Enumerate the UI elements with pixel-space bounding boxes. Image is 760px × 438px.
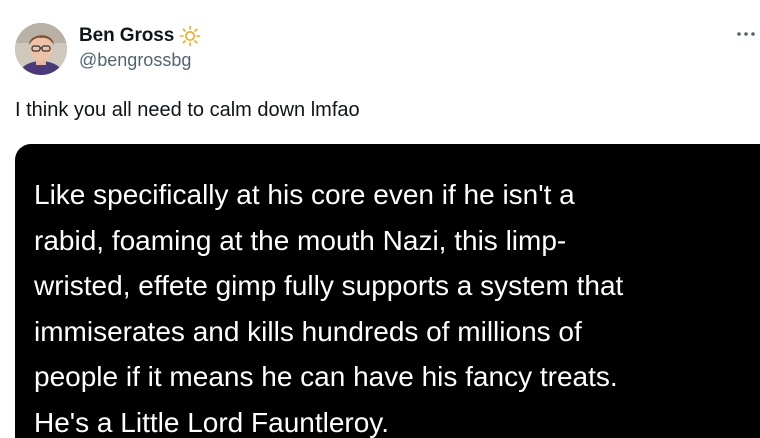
media-image[interactable]: Like specifically at his core even if he… [15,144,760,438]
media-quote-text: Like specifically at his core even if he… [34,179,624,438]
display-name[interactable]: Ben Gross [79,25,174,47]
tweet: Ben Gross @bengrossbg I think you all ne… [0,0,760,438]
avatar[interactable] [15,23,67,75]
more-icon [737,32,755,36]
more-options-button[interactable] [736,28,756,44]
handle[interactable]: @bengrossbg [79,50,201,71]
tweet-text: I think you all need to calm down lmfao [15,99,360,121]
sun-icon [179,25,201,47]
name-row: Ben Gross [79,24,201,48]
avatar-image [15,23,67,75]
author-block: Ben Gross @bengrossbg [79,24,201,71]
